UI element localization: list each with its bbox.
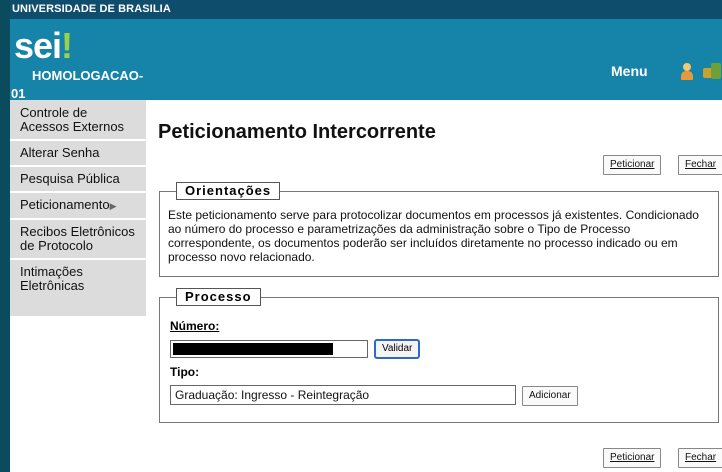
page-title: Peticionamento Intercorrente	[158, 121, 436, 143]
orientacoes-legend: Orientações	[176, 182, 281, 200]
redacted-value	[173, 343, 333, 355]
sidebar-item-label: Peticionamento	[20, 197, 110, 212]
sidebar-item-label: Controle de Acessos Externos	[20, 105, 125, 134]
fechar-button-bottom[interactable]: Fechar	[678, 448, 722, 468]
switch-unit-icon[interactable]	[703, 63, 721, 81]
sidebar-item-label: Intimações Eletrônicas	[20, 264, 85, 293]
peticionar-button-top[interactable]: Peticionar	[603, 155, 662, 175]
numero-input[interactable]	[170, 340, 368, 358]
sidebar-item-label: Recibos Eletrônicos de Protocolo	[20, 224, 135, 253]
orientacoes-fieldset: Orientações Este peticionamento serve pa…	[159, 182, 719, 277]
unit-name: HOMOLOGACAO-	[32, 68, 144, 83]
institution-name: UNIVERSIDADE DE BRASILIA	[12, 3, 171, 15]
menu-toggle[interactable]: Menu	[611, 63, 648, 79]
unit-name-suffix: 01	[11, 86, 26, 101]
user-icon[interactable]	[680, 63, 694, 81]
processo-legend: Processo	[176, 288, 261, 306]
logo-mark: !	[61, 25, 73, 66]
sidebar-filler	[10, 298, 146, 316]
sidebar: Controle de Acessos Externos Alterar Sen…	[10, 100, 146, 472]
validar-button[interactable]: Validar	[374, 339, 421, 359]
institution-bar: UNIVERSIDADE DE BRASILIA	[10, 0, 722, 19]
logo-text: sei	[14, 25, 62, 66]
sidebar-item-label: Alterar Senha	[20, 145, 100, 160]
peticionar-button-bottom[interactable]: Peticionar	[603, 448, 662, 468]
app-header: sei! HOMOLOGACAO- 01 Menu	[10, 19, 722, 101]
sidebar-item-recibos[interactable]: Recibos Eletrônicos de Protocolo	[10, 220, 146, 260]
submenu-arrow-icon: ▶	[109, 201, 117, 211]
tipo-input[interactable]: Graduação: Ingresso - Reintegração	[170, 385, 516, 405]
sidebar-item-peticionamento[interactable]: Peticionamento▶	[10, 193, 146, 220]
orientacoes-text: Este peticionamento serve para protocoli…	[168, 208, 699, 264]
sidebar-item-pesquisa-publica[interactable]: Pesquisa Pública	[10, 167, 146, 193]
processo-fieldset: Processo Número: Validar Tipo: Graduação…	[159, 288, 719, 423]
browser-page: UNIVERSIDADE DE BRASILIA sei! HOMOLOGACA…	[10, 0, 722, 472]
sidebar-item-controle-acessos[interactable]: Controle de Acessos Externos	[10, 100, 146, 141]
sei-logo[interactable]: sei!	[14, 25, 73, 66]
numero-label: Número:	[170, 319, 220, 333]
adicionar-button[interactable]: Adicionar	[522, 386, 578, 406]
fechar-button-top[interactable]: Fechar	[678, 155, 722, 175]
sidebar-item-label: Pesquisa Pública	[20, 171, 120, 186]
main-content: Peticionamento Intercorrente Peticionar …	[158, 100, 722, 472]
desktop-edge	[0, 0, 10, 472]
sidebar-item-alterar-senha[interactable]: Alterar Senha	[10, 141, 146, 167]
tipo-label: Tipo:	[170, 365, 200, 379]
sidebar-item-intimacoes[interactable]: Intimações Eletrônicas	[10, 260, 146, 298]
